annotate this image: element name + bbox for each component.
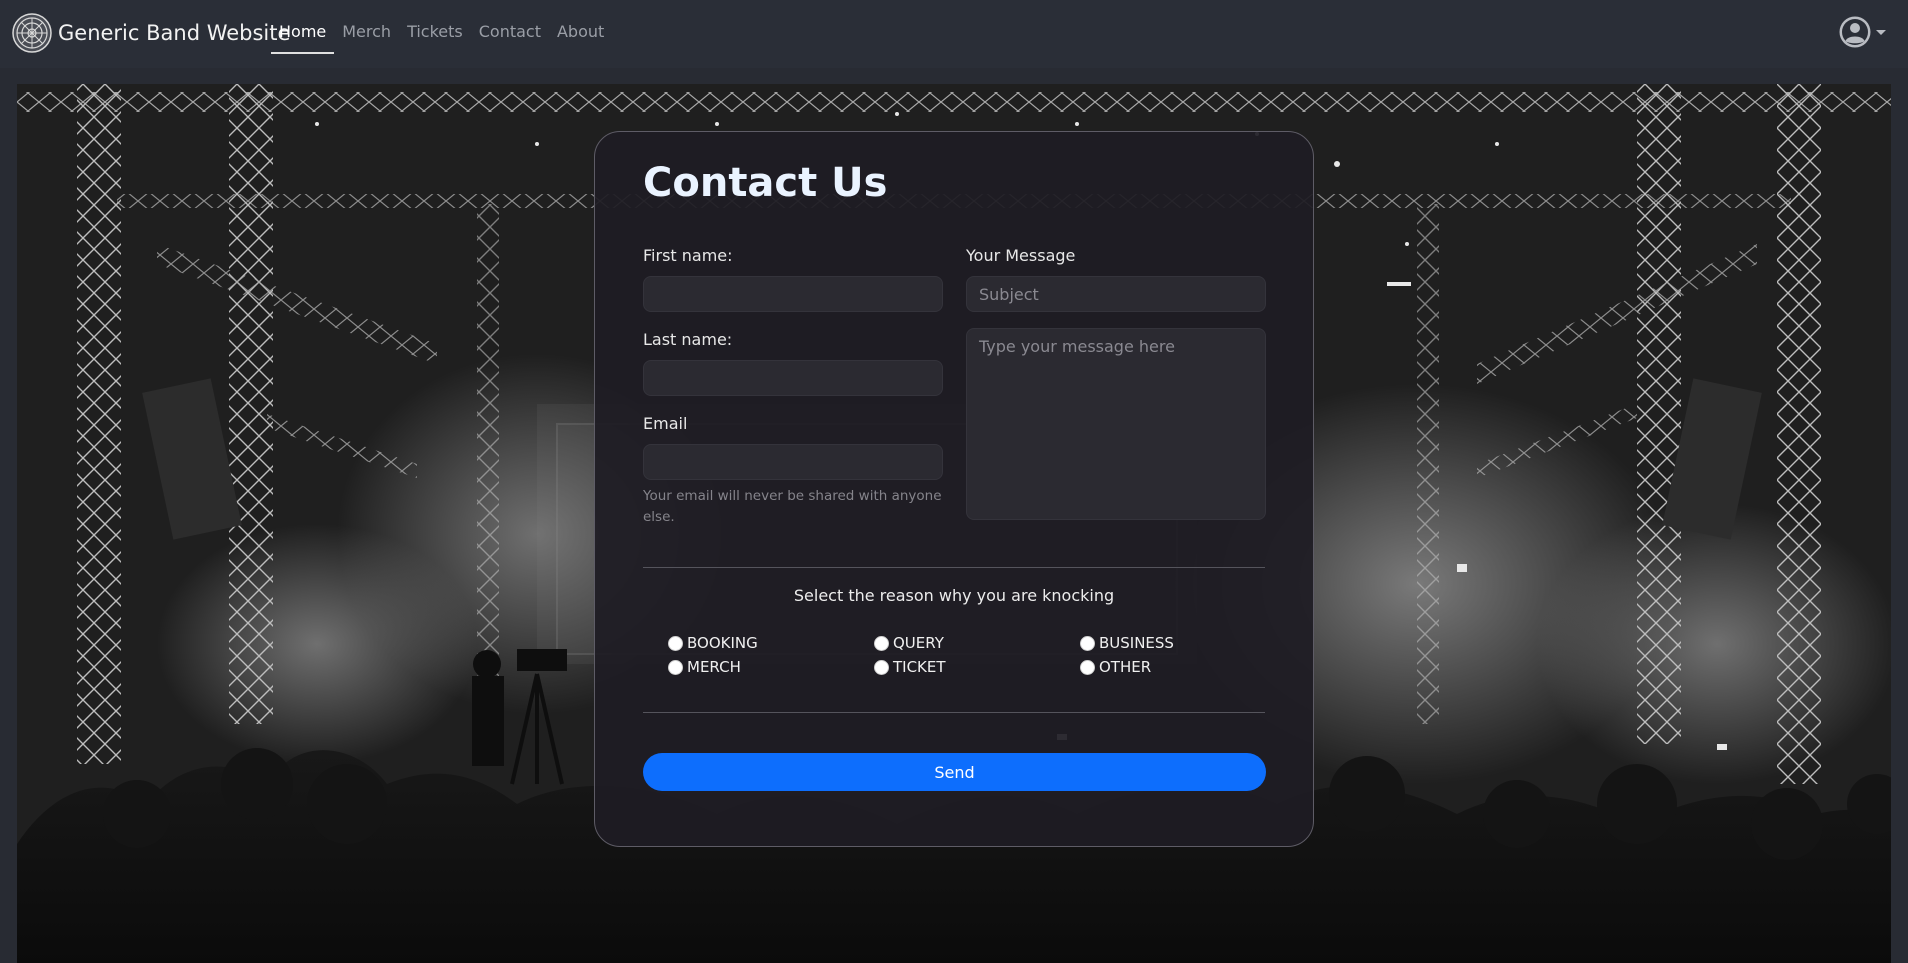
brand-name: Generic Band Website — [58, 21, 291, 45]
radio-circle[interactable] — [1080, 659, 1095, 675]
nav-link-home[interactable]: Home — [271, 0, 335, 56]
radio-circle[interactable] — [874, 659, 889, 675]
contact-form-card: Contact Us First name: Last name: Email … — [594, 131, 1314, 847]
radio-booking[interactable]: BOOKING — [668, 634, 758, 652]
radio-circle[interactable] — [1080, 635, 1095, 651]
radio-label: BOOKING — [687, 634, 758, 652]
email-label: Email — [643, 414, 688, 433]
radio-label: MERCH — [687, 658, 741, 676]
radio-query[interactable]: QUERY — [874, 634, 944, 652]
nav-link-merch[interactable]: Merch — [334, 0, 399, 56]
nav-links: Home Merch Tickets Contact About — [271, 0, 612, 56]
radio-circle[interactable] — [668, 659, 683, 675]
first-name-input[interactable] — [643, 276, 943, 312]
subject-input[interactable] — [966, 276, 1266, 312]
reason-title: Select the reason why you are knocking — [793, 586, 1115, 605]
radio-label: QUERY — [893, 634, 944, 652]
nav-link-about[interactable]: About — [549, 0, 612, 56]
nav-link-tickets[interactable]: Tickets — [399, 0, 471, 56]
radio-merch[interactable]: MERCH — [668, 658, 741, 676]
radio-label: OTHER — [1099, 658, 1152, 676]
radio-business[interactable]: BUSINESS — [1080, 634, 1174, 652]
radio-ticket[interactable]: TICKET — [874, 658, 946, 676]
last-name-label: Last name: — [643, 330, 733, 349]
user-menu-dropdown[interactable] — [1838, 15, 1886, 49]
divider — [643, 567, 1265, 568]
message-label: Your Message — [966, 246, 1076, 265]
page-title: Contact Us — [643, 160, 888, 206]
send-button[interactable]: Send — [643, 753, 1266, 791]
radio-label: BUSINESS — [1099, 634, 1174, 652]
last-name-input[interactable] — [643, 360, 943, 396]
radio-label: TICKET — [893, 658, 946, 676]
navbar: Generic Band Website Home Merch Tickets … — [0, 0, 1908, 68]
user-circle-icon — [1839, 16, 1871, 48]
first-name-label: First name: — [643, 246, 733, 265]
email-input[interactable] — [643, 444, 943, 480]
divider — [643, 712, 1265, 713]
radio-circle[interactable] — [668, 635, 683, 651]
radio-circle[interactable] — [874, 635, 889, 651]
email-help-text: Your email will never be shared with any… — [643, 488, 942, 525]
brand[interactable]: Generic Band Website — [12, 12, 290, 54]
radio-other[interactable]: OTHER — [1080, 658, 1151, 676]
celtic-knot-logo-icon — [12, 13, 52, 53]
chevron-down-icon — [1876, 29, 1886, 35]
nav-link-contact[interactable]: Contact — [471, 0, 549, 56]
message-textarea[interactable] — [966, 328, 1266, 520]
